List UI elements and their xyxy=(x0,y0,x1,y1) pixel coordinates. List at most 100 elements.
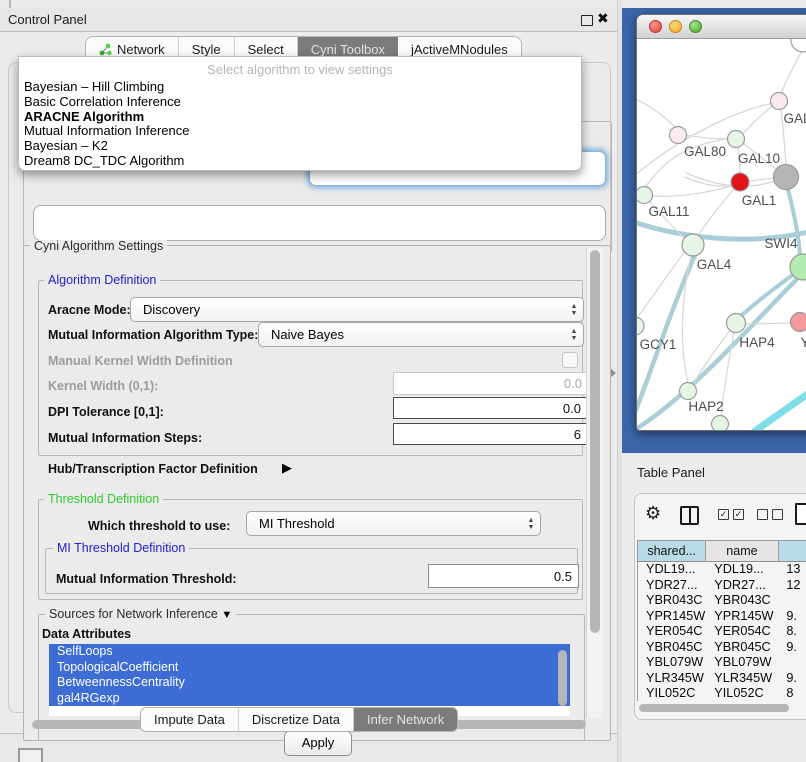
table-row[interactable]: YER054CYER054C8. xyxy=(638,624,806,640)
table-cell: 9. xyxy=(778,671,806,687)
apply-button[interactable]: Apply xyxy=(284,731,352,756)
table-row[interactable]: YBR043CYBR043C xyxy=(638,593,806,609)
hub-definition-toggle[interactable]: Hub/Transcription Factor Definition xyxy=(48,462,258,476)
data-attributes-label: Data Attributes xyxy=(42,627,131,641)
aracne-mode-combobox[interactable]: Discovery ▲▼ xyxy=(130,297,584,322)
node-label: GAL1 xyxy=(742,193,777,208)
manual-kernel-checkbox[interactable] xyxy=(562,352,578,368)
network-node[interactable] xyxy=(791,313,806,332)
network-node[interactable] xyxy=(712,416,729,431)
table-cell: YBR043C xyxy=(638,593,706,609)
network-node[interactable] xyxy=(791,39,806,52)
network-edge[interactable] xyxy=(682,256,691,383)
bottom-tab-discretize-data[interactable]: Discretize Data xyxy=(239,708,354,731)
network-combobox[interactable] xyxy=(33,205,606,241)
network-canvas[interactable]: GALGAL80GAL10GAL1GAL11SWI4GAL4GCY1HAP4YH… xyxy=(637,39,806,430)
network-edge[interactable] xyxy=(781,51,802,93)
close-icon[interactable]: ✖ xyxy=(597,10,609,27)
attribute-table[interactable]: shared...name YDL19...YDL19...13YDR27...… xyxy=(637,540,806,701)
aracne-mode-label: Aracne Mode: xyxy=(48,303,131,317)
bottom-tab-infer-network[interactable]: Infer Network xyxy=(354,708,457,731)
data-attributes-list[interactable]: SelfLoopsTopologicalCoefficientBetweenne… xyxy=(49,644,570,716)
mi-steps-field[interactable]: 6 xyxy=(393,423,588,445)
network-edge[interactable] xyxy=(742,105,773,135)
table-hscrollbar-thumb[interactable] xyxy=(639,704,789,712)
table-row[interactable]: YBL079WYBL079W xyxy=(638,655,806,671)
table-row[interactable]: YDR27...YDR27...12 xyxy=(638,578,806,594)
network-node[interactable] xyxy=(637,187,653,204)
table-row[interactable]: YBR045CYBR045C9. xyxy=(638,640,806,656)
mac-zoom-button[interactable] xyxy=(689,20,702,33)
network-edge[interactable] xyxy=(749,178,775,181)
algorithm-option[interactable]: Mutual Information Inference xyxy=(19,124,581,139)
table-cell: YPR145W xyxy=(638,609,706,625)
data-attribute-item[interactable]: SelfLoops xyxy=(49,644,570,660)
network-node[interactable] xyxy=(680,383,697,400)
mi-type-combobox[interactable]: Naive Bayes ▲▼ xyxy=(258,322,584,347)
collapsed-arrow-icon[interactable]: ▶ xyxy=(282,460,292,476)
table-cell: YLR345W xyxy=(706,671,778,687)
file-icon[interactable] xyxy=(795,503,806,525)
data-attribute-item[interactable]: gal4RGexp xyxy=(49,691,570,707)
mac-close-button[interactable] xyxy=(649,20,662,33)
list-scrollbar-thumb[interactable] xyxy=(558,650,567,706)
network-node[interactable] xyxy=(774,165,799,190)
control-panel-window: Control Panel ✖ NetworkStyleSelectCyni T… xyxy=(0,8,617,734)
network-edge[interactable] xyxy=(637,251,685,321)
network-node[interactable] xyxy=(771,93,788,110)
network-edge[interactable] xyxy=(755,393,806,430)
network-edge[interactable] xyxy=(686,135,728,139)
mi-threshold-field[interactable]: 0.5 xyxy=(428,564,579,588)
network-node[interactable] xyxy=(682,234,704,256)
algorithm-option[interactable]: Bayesian – Hill Climbing xyxy=(19,80,581,95)
columns-icon[interactable] xyxy=(680,506,699,525)
column-header[interactable]: name xyxy=(706,541,778,561)
algorithm-option[interactable]: Dream8 DC_TDC Algorithm xyxy=(19,154,581,169)
algorithm-option[interactable]: Basic Correlation Inference xyxy=(19,95,581,110)
table-cell: YER054C xyxy=(638,624,706,640)
network-edge[interactable] xyxy=(652,186,731,196)
algorithm-popup-prompt: Select algorithm to view settings xyxy=(19,57,581,77)
bottom-tab-impute-data[interactable]: Impute Data xyxy=(141,708,239,731)
column-header[interactable]: shared... xyxy=(638,541,706,561)
data-attribute-item[interactable]: TopologicalCoefficient xyxy=(49,660,570,676)
dpi-tolerance-field[interactable]: 0.0 xyxy=(393,397,588,419)
deselect-all-checkboxes-icon[interactable] xyxy=(757,509,783,520)
network-window-titlebar[interactable] xyxy=(637,15,806,39)
which-threshold-combobox[interactable]: MI Threshold ▲▼ xyxy=(246,511,541,536)
mac-minimize-button[interactable] xyxy=(669,20,682,33)
column-header[interactable] xyxy=(779,541,806,561)
table-panel: Table Panel ⚙ ✓✓ shared...name YDL19...Y… xyxy=(622,453,806,762)
network-node[interactable] xyxy=(670,127,687,144)
cyni-algorithm-settings-group: Cyni Algorithm Settings Algorithm Defini… xyxy=(23,245,611,741)
table-cell: YDL19... xyxy=(706,562,778,578)
network-edge[interactable] xyxy=(637,99,677,129)
table-cell: 9. xyxy=(778,609,806,625)
table-row[interactable]: YPR145WYPR145W9. xyxy=(638,609,806,625)
table-row[interactable]: YLR345WYLR345W9. xyxy=(638,671,806,687)
network-node[interactable] xyxy=(637,317,644,335)
select-all-checkboxes-icon[interactable]: ✓✓ xyxy=(718,509,744,520)
data-attribute-item[interactable]: BetweennessCentrality xyxy=(49,675,570,691)
table-cell: YBR043C xyxy=(706,593,778,609)
table-row[interactable]: YIL052CYIL052C8 xyxy=(638,686,806,701)
expanded-arrow-icon[interactable]: ▼ xyxy=(221,609,232,622)
network-node[interactable] xyxy=(728,131,745,148)
gear-icon[interactable]: ⚙ xyxy=(645,503,661,524)
bottom-left-button[interactable] xyxy=(18,748,43,762)
table-row[interactable]: YDL19...YDL19...13 xyxy=(638,562,806,578)
table-cell xyxy=(778,593,806,609)
algorithm-option[interactable]: ARACNE Algorithm xyxy=(19,110,581,125)
node-label: GAL80 xyxy=(684,144,726,159)
algorithm-option[interactable]: Bayesian – K2 xyxy=(19,139,581,154)
network-edge[interactable] xyxy=(693,329,731,384)
table-cell: 13 xyxy=(778,562,806,578)
table-panel-title: Table Panel xyxy=(637,465,705,480)
settings-scrollbar-thumb[interactable] xyxy=(590,250,600,633)
network-node[interactable] xyxy=(727,314,746,333)
network-node[interactable] xyxy=(731,173,749,191)
network-edge[interactable] xyxy=(698,189,734,236)
kernel-width-field[interactable]: 0.0 xyxy=(393,372,589,395)
float-icon[interactable] xyxy=(581,15,593,26)
table-cell: 8 xyxy=(778,686,806,701)
